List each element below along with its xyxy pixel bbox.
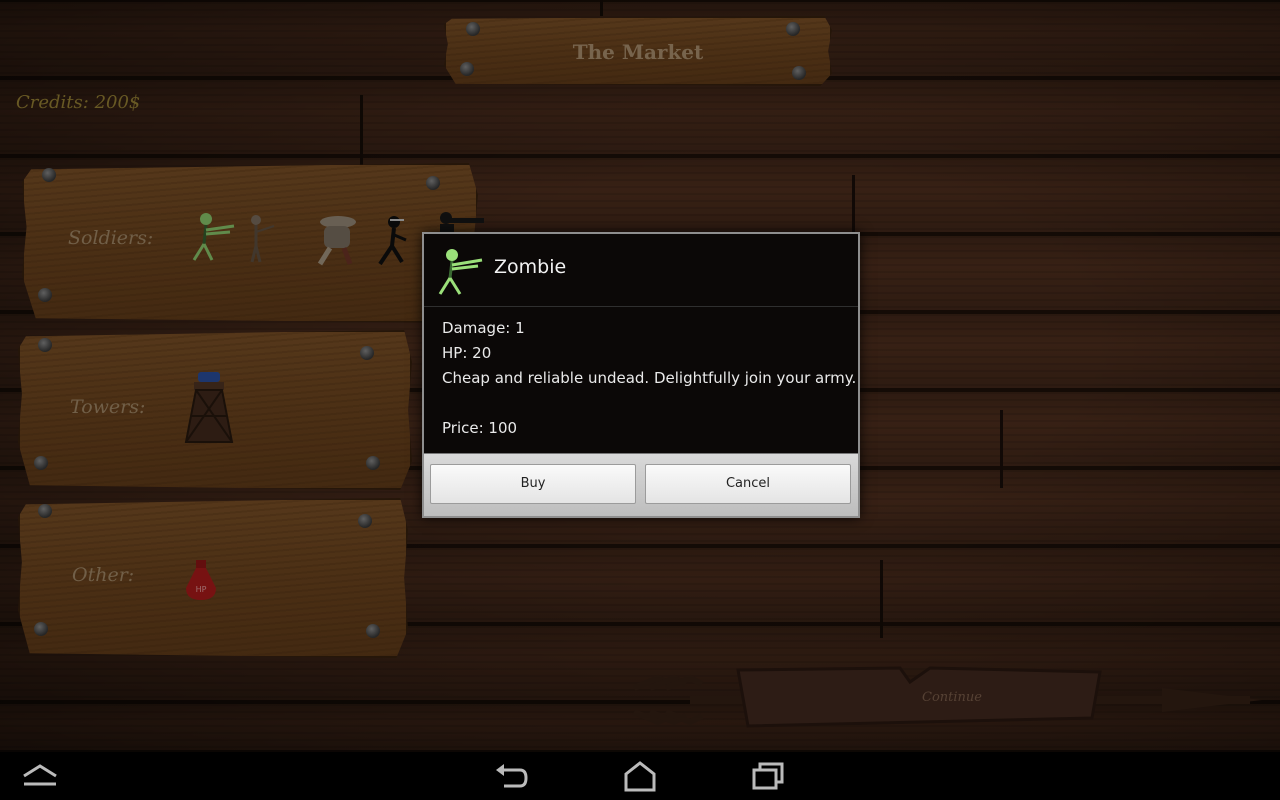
system-nav-bar xyxy=(0,752,1280,800)
item-price: Price: 100 xyxy=(442,419,518,437)
cancel-button[interactable]: Cancel xyxy=(645,464,851,504)
dialog-button-bar: Buy Cancel xyxy=(424,453,858,516)
home-icon[interactable] xyxy=(620,760,660,792)
back-icon[interactable] xyxy=(492,760,532,792)
buy-button[interactable]: Buy xyxy=(430,464,636,504)
menu-up-icon[interactable] xyxy=(20,760,60,792)
stat-damage: Damage: 1 xyxy=(442,319,525,337)
dialog-body: Damage: 1 HP: 20 Cheap and reliable unde… xyxy=(442,316,856,441)
item-dialog: Zombie Damage: 1 HP: 20 Cheap and reliab… xyxy=(422,232,860,518)
dialog-header: Zombie xyxy=(424,234,858,307)
item-description: Cheap and reliable undead. Delightfully … xyxy=(442,369,857,387)
dialog-title: Zombie xyxy=(494,256,567,278)
recent-apps-icon[interactable] xyxy=(748,760,788,792)
stat-hp: HP: 20 xyxy=(442,344,492,362)
zombie-icon xyxy=(438,249,483,295)
